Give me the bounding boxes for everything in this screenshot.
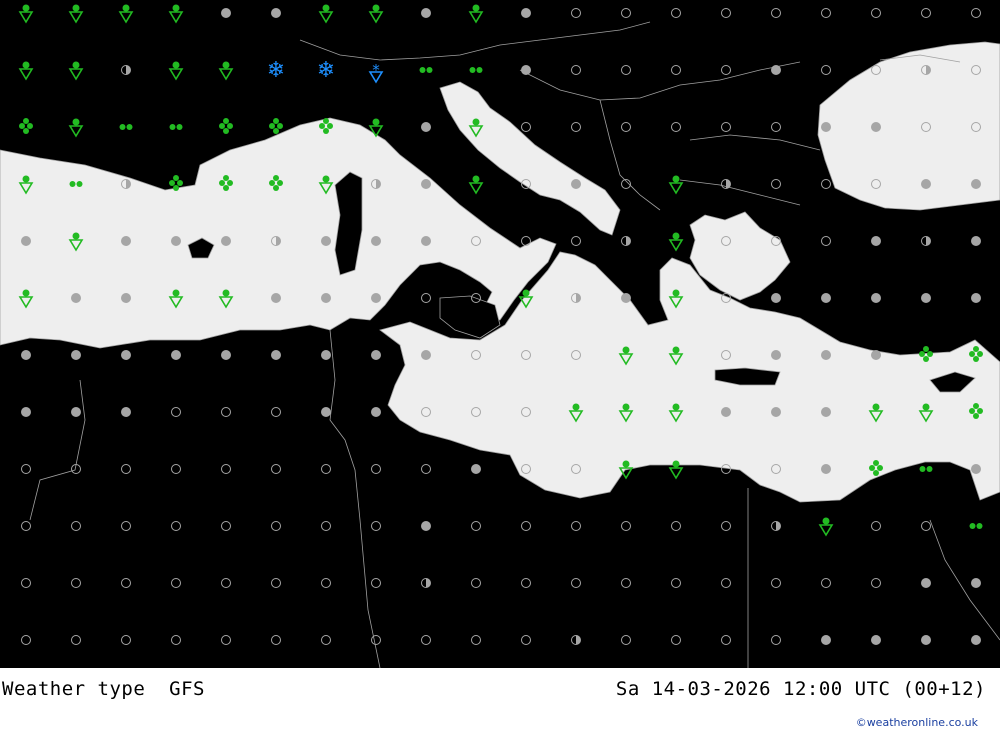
overcast-icon xyxy=(871,122,881,132)
overcast-icon xyxy=(521,65,531,75)
overcast-icon xyxy=(121,293,131,303)
overcast-icon xyxy=(971,236,981,246)
heavy-snow-icon: ❄ xyxy=(317,58,335,83)
overcast-icon xyxy=(421,236,431,246)
overcast-icon xyxy=(421,179,431,189)
product-label: Weather type xyxy=(2,678,146,700)
overcast-icon xyxy=(821,293,831,303)
svg-text:❄: ❄ xyxy=(317,58,335,83)
overcast-icon xyxy=(321,293,331,303)
overcast-icon xyxy=(321,236,331,246)
overcast-icon xyxy=(271,350,281,360)
overcast-icon xyxy=(871,350,881,360)
overcast-icon xyxy=(121,407,131,417)
map-title: Weather type GFS xyxy=(2,678,205,700)
overcast-icon xyxy=(921,179,931,189)
overcast-icon xyxy=(21,236,31,246)
heavy-snow-icon: ❄ xyxy=(267,58,285,83)
overcast-icon xyxy=(121,236,131,246)
overcast-icon xyxy=(471,464,481,474)
overcast-icon xyxy=(371,350,381,360)
overcast-icon xyxy=(871,293,881,303)
overcast-icon xyxy=(271,293,281,303)
overcast-icon xyxy=(221,350,231,360)
overcast-icon xyxy=(171,236,181,246)
overcast-icon xyxy=(921,293,931,303)
overcast-icon xyxy=(371,407,381,417)
overcast-icon xyxy=(121,350,131,360)
overcast-icon xyxy=(971,179,981,189)
overcast-icon xyxy=(321,350,331,360)
overcast-icon xyxy=(421,122,431,132)
overcast-icon xyxy=(821,407,831,417)
overcast-icon xyxy=(971,464,981,474)
overcast-icon xyxy=(771,407,781,417)
overcast-icon xyxy=(971,578,981,588)
overcast-icon xyxy=(871,236,881,246)
overcast-icon xyxy=(571,179,581,189)
model-label: GFS xyxy=(169,678,205,700)
overcast-icon xyxy=(71,350,81,360)
overcast-icon xyxy=(421,521,431,531)
overcast-icon xyxy=(271,8,281,18)
svg-text:❄: ❄ xyxy=(267,58,285,83)
overcast-icon xyxy=(821,122,831,132)
overcast-icon xyxy=(421,350,431,360)
overcast-icon xyxy=(621,293,631,303)
overcast-icon xyxy=(821,464,831,474)
weather-type-map: ❄ ❄ * xyxy=(0,0,1000,668)
overcast-icon xyxy=(771,293,781,303)
overcast-icon xyxy=(71,407,81,417)
overcast-icon xyxy=(421,8,431,18)
overcast-icon xyxy=(921,635,931,645)
overcast-icon xyxy=(921,578,931,588)
overcast-icon xyxy=(321,407,331,417)
overcast-icon xyxy=(71,293,81,303)
overcast-icon xyxy=(21,407,31,417)
overcast-icon xyxy=(871,635,881,645)
overcast-icon xyxy=(171,350,181,360)
overcast-icon xyxy=(721,407,731,417)
overcast-icon xyxy=(371,236,381,246)
credit-link[interactable]: ©weatheronline.co.uk xyxy=(856,716,978,729)
valid-time: Sa 14-03-2026 12:00 UTC (00+12) xyxy=(615,678,986,700)
overcast-icon xyxy=(821,635,831,645)
overcast-icon xyxy=(521,8,531,18)
overcast-icon xyxy=(21,350,31,360)
overcast-icon xyxy=(971,635,981,645)
overcast-icon xyxy=(821,350,831,360)
overcast-icon xyxy=(971,293,981,303)
overcast-icon xyxy=(221,236,231,246)
overcast-icon xyxy=(371,293,381,303)
overcast-icon xyxy=(771,65,781,75)
overcast-icon xyxy=(221,8,231,18)
overcast-icon xyxy=(771,350,781,360)
